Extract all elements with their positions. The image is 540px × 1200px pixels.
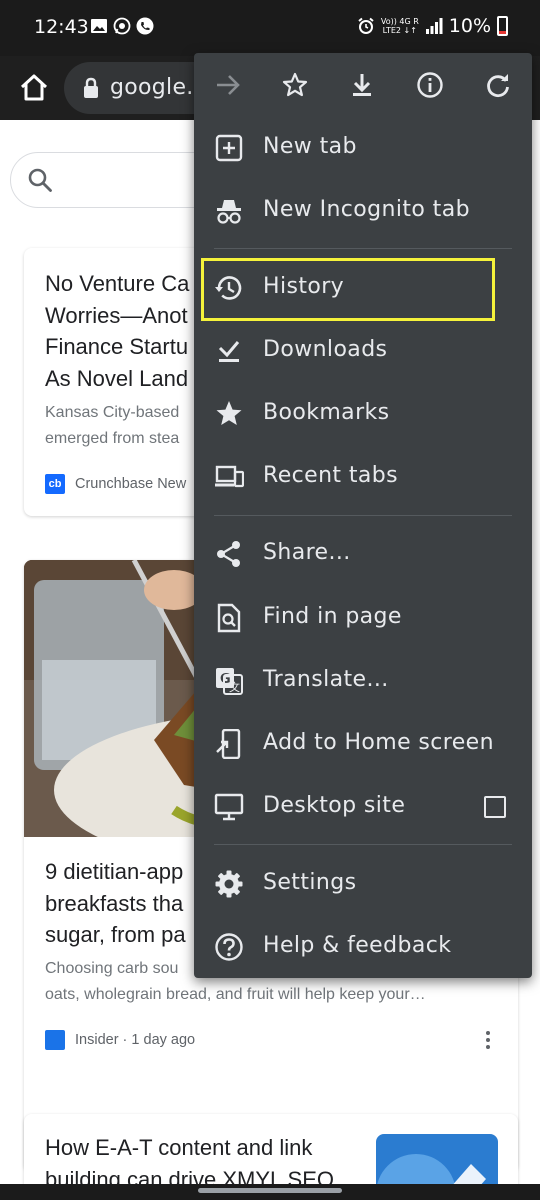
battery-icon (497, 16, 508, 36)
article-source: cb Crunchbase New (45, 474, 186, 494)
menu-item-downloads[interactable]: Downloads (194, 321, 532, 381)
gesture-handle[interactable] (198, 1188, 342, 1193)
menu-label: Share... (263, 540, 351, 565)
downloads-icon (218, 341, 240, 362)
desktop-site-checkbox[interactable] (484, 796, 506, 818)
status-indicators: Vo)) 4G R LTE2 ↓↑ 10% (357, 15, 508, 37)
alarm-icon (358, 17, 374, 34)
insider-logo (45, 1030, 65, 1050)
menu-label: Add to Home screen (263, 730, 494, 755)
bookmarks-icon (216, 401, 242, 425)
menu-item-add-to-home-screen[interactable]: Add to Home screen (194, 714, 532, 774)
add-to-home-icon (216, 729, 241, 759)
article-snippet: Kansas City-based emerged from stea (45, 404, 180, 447)
svg-text:文: 文 (229, 680, 240, 694)
navigation-bar (0, 1184, 540, 1200)
menu-label: Settings (263, 870, 357, 895)
crunchbase-logo: cb (45, 474, 65, 494)
url-text: google.c (110, 75, 206, 100)
menu-item-bookmarks[interactable]: Bookmarks (194, 384, 532, 444)
menu-label: Find in page (263, 604, 402, 629)
source-name: Crunchbase New (75, 476, 187, 492)
share-icon (217, 541, 240, 567)
menu-label: Bookmarks (263, 400, 390, 425)
help-icon (215, 933, 243, 961)
article-title: No Venture Ca Worries—Anot Finance Start… (45, 271, 190, 391)
signal-icon (425, 18, 443, 34)
new-tab-icon (215, 134, 243, 162)
forward-icon[interactable] (210, 67, 246, 103)
menu-item-translate[interactable]: G文 Translate... (194, 651, 532, 711)
reload-icon[interactable] (480, 67, 516, 103)
menu-item-help-feedback[interactable]: Help & feedback (194, 917, 532, 977)
menu-item-recent-tabs[interactable]: Recent tabs (194, 447, 532, 507)
download-icon[interactable] (344, 67, 380, 103)
incognito-icon (217, 200, 241, 224)
menu-label: Translate... (263, 667, 389, 692)
recent-tabs-icon (215, 465, 244, 488)
menu-label: Help & feedback (263, 933, 452, 958)
menu-label: New tab (263, 134, 357, 159)
article-title: 9 dietitian-app breakfasts tha sugar, fr… (45, 859, 186, 947)
history-highlight (201, 258, 495, 321)
network-line-1: Vo)) 4G R (380, 17, 419, 26)
network-line-2: LTE2 ↓↑ (382, 26, 417, 35)
home-icon[interactable] (14, 68, 54, 108)
menu-divider (214, 248, 512, 249)
desktop-icon (214, 793, 244, 821)
menu-divider (214, 844, 512, 845)
article-thumbnail (376, 1134, 498, 1184)
menu-item-share[interactable]: Share... (194, 524, 532, 584)
menu-item-new-tab[interactable]: New tab (194, 118, 532, 178)
menu-icon-row (194, 53, 532, 117)
settings-icon (215, 870, 243, 898)
translate-icon: G文 (216, 668, 243, 695)
whatsapp-icon (113, 17, 131, 35)
lock-icon (84, 77, 98, 98)
menu-label: Downloads (263, 337, 388, 362)
source-name: Insider · 1 day ago (75, 1032, 196, 1048)
menu-item-settings[interactable]: Settings (194, 854, 532, 914)
menu-label: New Incognito tab (263, 197, 470, 222)
phone-call-icon (136, 17, 154, 35)
menu-label: Recent tabs (263, 463, 398, 488)
status-time: 12:43 (34, 16, 89, 38)
menu-item-desktop-site[interactable]: Desktop site (194, 777, 532, 837)
gallery-icon (91, 19, 107, 33)
menu-label: Desktop site (263, 793, 406, 818)
search-icon (28, 168, 52, 192)
menu-item-find-in-page[interactable]: Find in page (194, 588, 532, 648)
more-options-button[interactable] (482, 1028, 494, 1052)
status-bar: 12:43 Vo)) 4G R LTE2 ↓↑ 10% (0, 0, 540, 56)
find-in-page-icon (217, 603, 241, 633)
article-card[interactable]: How E-A-T content and link building can … (24, 1114, 518, 1184)
menu-divider (214, 515, 512, 516)
article-title: How E-A-T content and link building can … (45, 1135, 334, 1184)
battery-percent: 10% (448, 15, 491, 37)
bookmark-star-icon[interactable] (277, 67, 313, 103)
info-icon[interactable] (412, 67, 448, 103)
menu-item-new-incognito-tab[interactable]: New Incognito tab (194, 181, 532, 241)
notification-icons (90, 17, 154, 35)
network-status: Vo)) 4G R LTE2 ↓↑ (381, 17, 419, 35)
overflow-menu: New tab New Incognito tab History Downlo… (194, 53, 532, 978)
article-source: Insider · 1 day ago (45, 1030, 195, 1050)
